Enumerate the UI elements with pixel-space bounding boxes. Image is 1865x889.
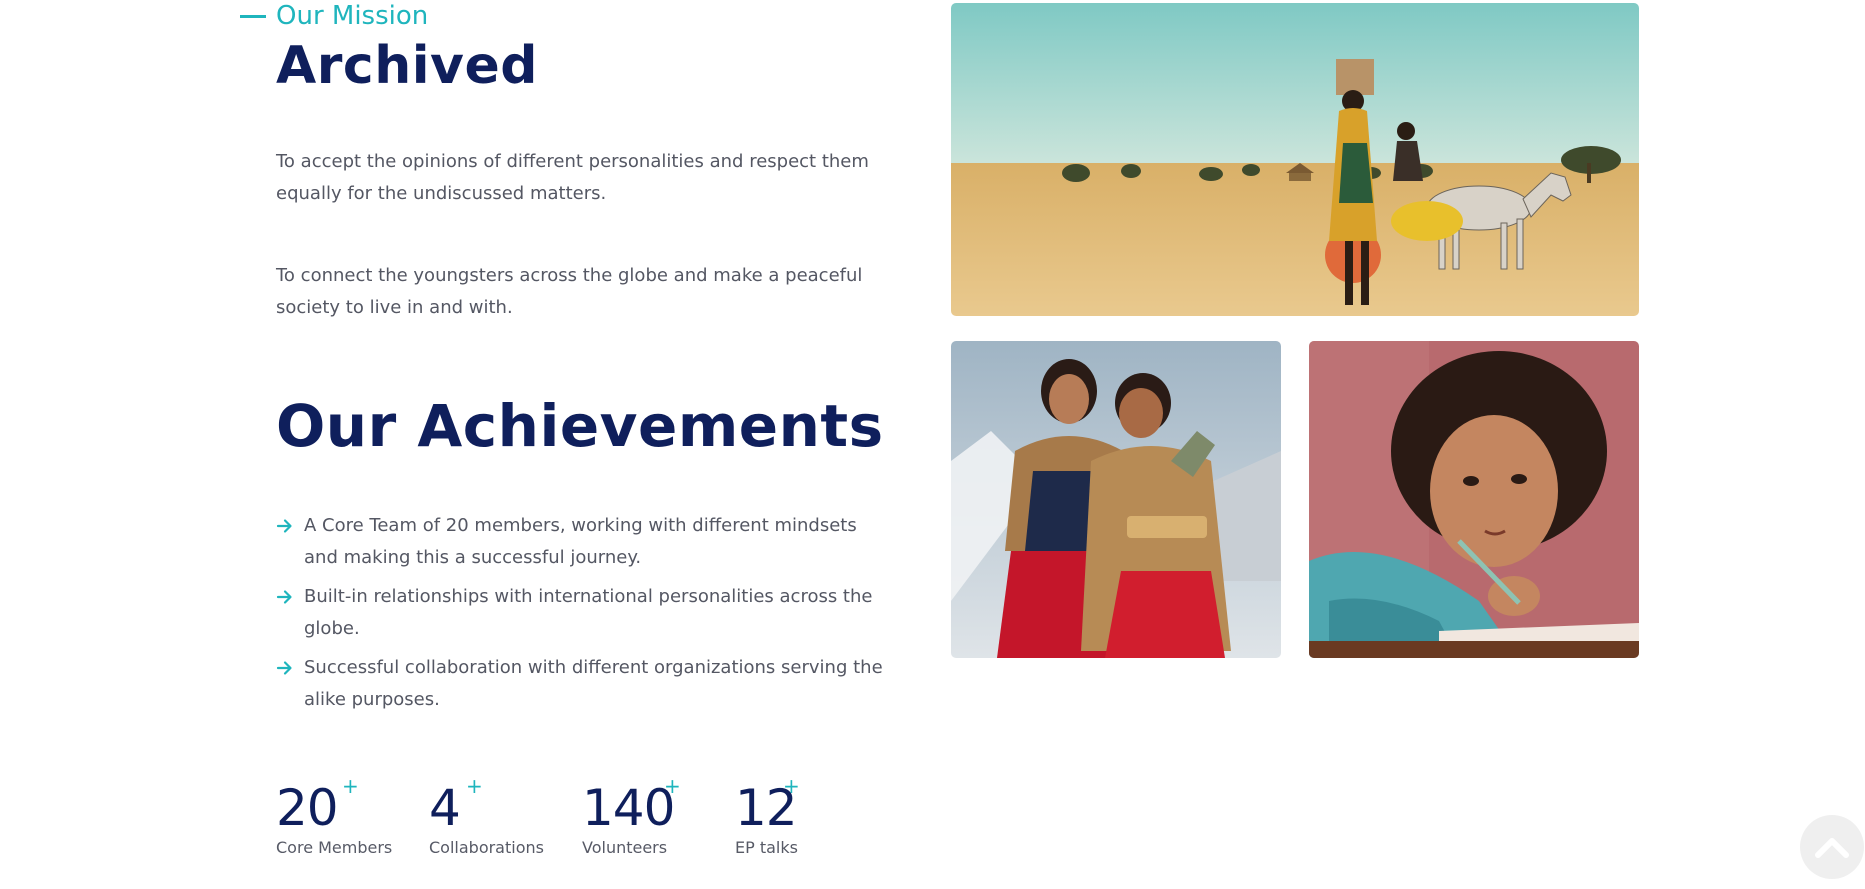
achievements-list: A Core Team of 20 members, working with … [276, 510, 896, 723]
achievement-text: Built-in relationships with internationa… [304, 586, 873, 639]
list-item: A Core Team of 20 members, working with … [276, 510, 896, 574]
mission-paragraph-1: To accept the opinions of different pers… [276, 151, 869, 204]
stat-ep-talks: 12 + EP talks [735, 776, 855, 858]
stat-label: EP talks [735, 838, 798, 857]
achievements-title: Our Achievements [276, 392, 884, 460]
stat-core-members: 20 + Core Members [276, 776, 429, 858]
arrow-right-icon [276, 519, 292, 533]
achievement-text: A Core Team of 20 members, working with … [304, 515, 857, 568]
achievement-text: Successful collaboration with different … [304, 657, 883, 710]
mission-paragraph-2: To connect the youngsters across the glo… [276, 265, 863, 318]
stat-suffix: + [466, 774, 483, 798]
list-item: Built-in relationships with internationa… [276, 581, 896, 645]
stat-collaborations: 4 + Collaborations [429, 776, 582, 858]
mission-title: Archived [276, 36, 538, 96]
arrow-right-icon [276, 661, 292, 675]
two-smiling-women-photo [951, 341, 1281, 658]
stats-row: 20 + Core Members 4 + Collaborations 140… [276, 776, 855, 858]
stat-value: 140 [582, 779, 675, 837]
stat-label: Volunteers [582, 838, 668, 857]
stat-suffix: + [664, 774, 681, 798]
girl-writing-photo [1309, 341, 1639, 658]
stat-label: Core Members [276, 838, 393, 857]
woman-with-donkey-desert-photo [951, 3, 1639, 316]
stat-label: Collaborations [429, 838, 544, 857]
section-eyebrow: Our Mission [240, 0, 428, 32]
list-item: Successful collaboration with different … [276, 652, 896, 716]
eyebrow-label: Our Mission [276, 1, 429, 31]
accent-dash [240, 14, 266, 18]
stat-suffix: + [783, 774, 800, 798]
chevron-up-icon [1815, 838, 1849, 858]
stat-volunteers: 140 + Volunteers [582, 776, 735, 858]
stat-value: 4 [429, 779, 461, 837]
stat-suffix: + [342, 774, 359, 798]
scroll-to-top-button[interactable] [1800, 815, 1864, 879]
arrow-right-icon [276, 590, 292, 604]
